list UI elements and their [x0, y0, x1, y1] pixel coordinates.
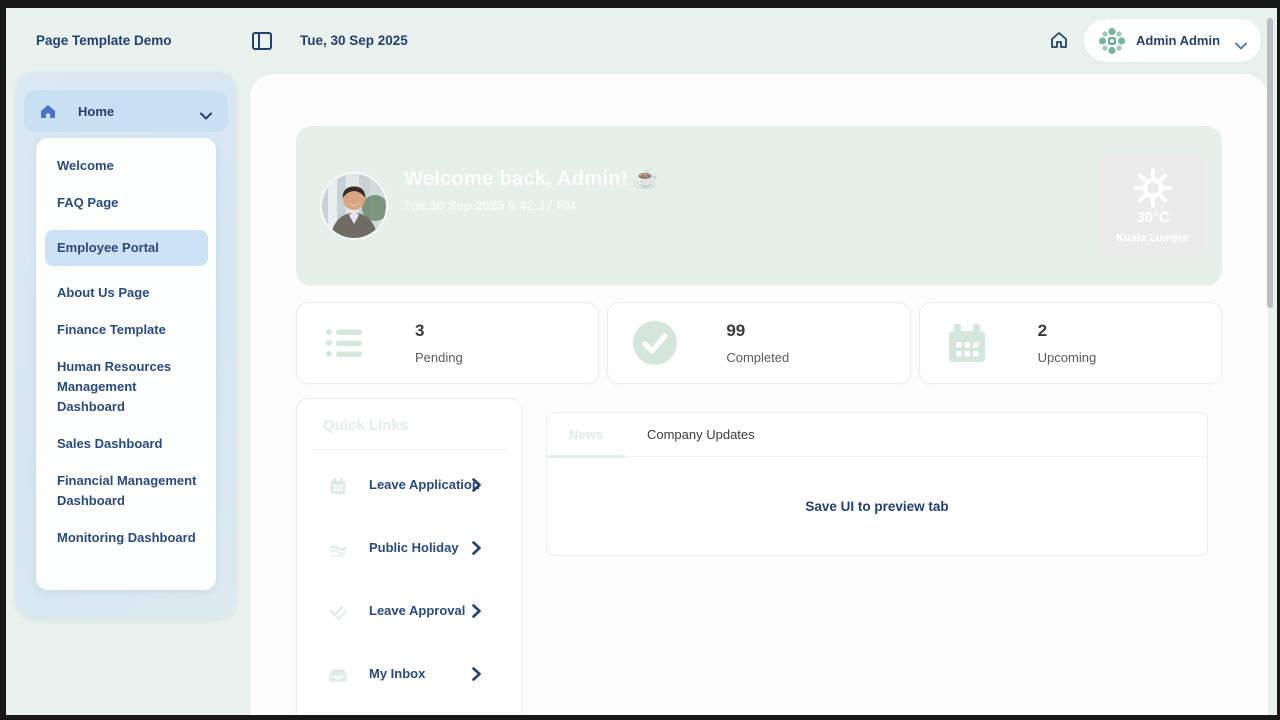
- quick-links-title: Quick Links: [323, 417, 408, 434]
- home-icon[interactable]: [1049, 30, 1069, 50]
- stat-card-pending[interactable]: 3 Pending: [296, 302, 599, 384]
- chevron-right-icon: [472, 604, 481, 618]
- sidebar-toggle-icon[interactable]: [252, 32, 272, 50]
- quick-link-label: My Inbox: [369, 666, 425, 681]
- house-icon: [40, 104, 56, 119]
- holiday-icon: [329, 540, 347, 558]
- sidebar-item-finance-template[interactable]: Finance Template: [57, 320, 206, 340]
- stat-value: 99: [726, 321, 789, 341]
- sidebar-item-monitoring-dashboard[interactable]: Monitoring Dashboard: [57, 528, 206, 548]
- sidebar-item-faq-page[interactable]: FAQ Page: [57, 193, 206, 213]
- stat-card-upcoming[interactable]: 2 Upcoming: [919, 302, 1222, 384]
- sidebar-section-label: Home: [78, 104, 200, 119]
- weather-widget: 30°C Kuala Lumpur: [1100, 154, 1206, 258]
- scrollbar-track[interactable]: [1263, 8, 1275, 715]
- updates-panel: News Company Updates Save UI to preview …: [546, 412, 1208, 556]
- stat-value: 3: [415, 321, 463, 341]
- weather-temperature: 30°C: [1136, 209, 1170, 226]
- inbox-icon: [329, 666, 347, 684]
- stat-card-completed[interactable]: 99 Completed: [607, 302, 910, 384]
- stat-label: Completed: [726, 350, 789, 365]
- chevron-down-icon: [200, 107, 212, 115]
- list-icon: [321, 320, 367, 366]
- calendar-icon: [329, 477, 347, 495]
- welcome-greeting: Welcome back, Admin! ☕: [404, 166, 659, 191]
- tab-news[interactable]: News: [547, 413, 625, 456]
- quick-link-public-holiday[interactable]: Public Holiday: [297, 532, 521, 566]
- stat-value: 2: [1038, 321, 1097, 341]
- profile-photo: [322, 174, 386, 238]
- sidebar-section-home[interactable]: Home: [24, 90, 228, 132]
- user-menu[interactable]: Admin Admin: [1084, 19, 1261, 62]
- divider: [311, 449, 507, 450]
- tab-bar: News Company Updates: [547, 413, 1207, 457]
- quick-link-leave-approval[interactable]: Leave Approval: [297, 595, 521, 629]
- sidebar-item-about-us-page[interactable]: About Us Page: [57, 283, 206, 303]
- check-circle-icon: [632, 320, 678, 366]
- sidebar-item-financial-management-dashboard[interactable]: Financial Management Dashboard: [57, 471, 206, 511]
- sidebar-item-sales-dashboard[interactable]: Sales Dashboard: [57, 434, 206, 454]
- chevron-right-icon: [472, 667, 481, 681]
- user-name: Admin Admin: [1136, 33, 1229, 48]
- quick-link-label: Public Holiday: [369, 540, 459, 555]
- sidebar-item-hr-management-dashboard[interactable]: Human Resources Management Dashboard: [57, 357, 206, 417]
- tab-content-message: Save UI to preview tab: [805, 499, 948, 514]
- stats-row: 3 Pending 99 Completed: [296, 302, 1222, 384]
- sidebar: Home Welcome FAQ Page Employee Portal Ab…: [16, 72, 236, 618]
- page-title: Page Template Demo: [36, 33, 172, 48]
- main-content: Welcome back, Admin! ☕ Tue,30 Sep 2025 5…: [250, 74, 1268, 715]
- quick-link-leave-application[interactable]: Leave Application: [297, 469, 521, 503]
- tab-content: Save UI to preview tab: [547, 457, 1207, 556]
- quick-link-my-inbox[interactable]: My Inbox: [297, 658, 521, 692]
- quick-link-label: Leave Application: [369, 477, 480, 492]
- stat-label: Pending: [415, 350, 463, 365]
- calendar-icon: [944, 320, 990, 366]
- sidebar-item-employee-portal[interactable]: Employee Portal: [45, 230, 208, 266]
- sidebar-item-welcome[interactable]: Welcome: [57, 156, 206, 176]
- top-header: Page Template Demo Tue, 30 Sep 2025: [6, 8, 1277, 74]
- chevron-down-icon: [1235, 37, 1247, 45]
- chevron-right-icon: [472, 478, 481, 492]
- user-avatar: [1098, 27, 1126, 55]
- scrollbar-thumb[interactable]: [1267, 18, 1273, 308]
- quick-link-label: Leave Approval: [369, 603, 465, 618]
- current-date: Tue, 30 Sep 2025: [300, 33, 408, 48]
- tab-company-updates[interactable]: Company Updates: [625, 413, 777, 456]
- weather-city: Kuala Lumpur: [1116, 232, 1190, 244]
- double-check-icon: [329, 603, 347, 621]
- chevron-right-icon: [472, 541, 481, 555]
- sidebar-menu: Welcome FAQ Page Employee Portal About U…: [36, 138, 216, 590]
- welcome-datetime: Tue,30 Sep 2025 5:42:37 PM: [404, 198, 576, 213]
- stat-label: Upcoming: [1038, 350, 1097, 365]
- app-window: Page Template Demo Tue, 30 Sep 2025: [6, 8, 1277, 715]
- sun-icon: [1134, 169, 1172, 207]
- welcome-banner: Welcome back, Admin! ☕ Tue,30 Sep 2025 5…: [296, 126, 1222, 286]
- quick-links-panel: Quick Links: [296, 398, 522, 715]
